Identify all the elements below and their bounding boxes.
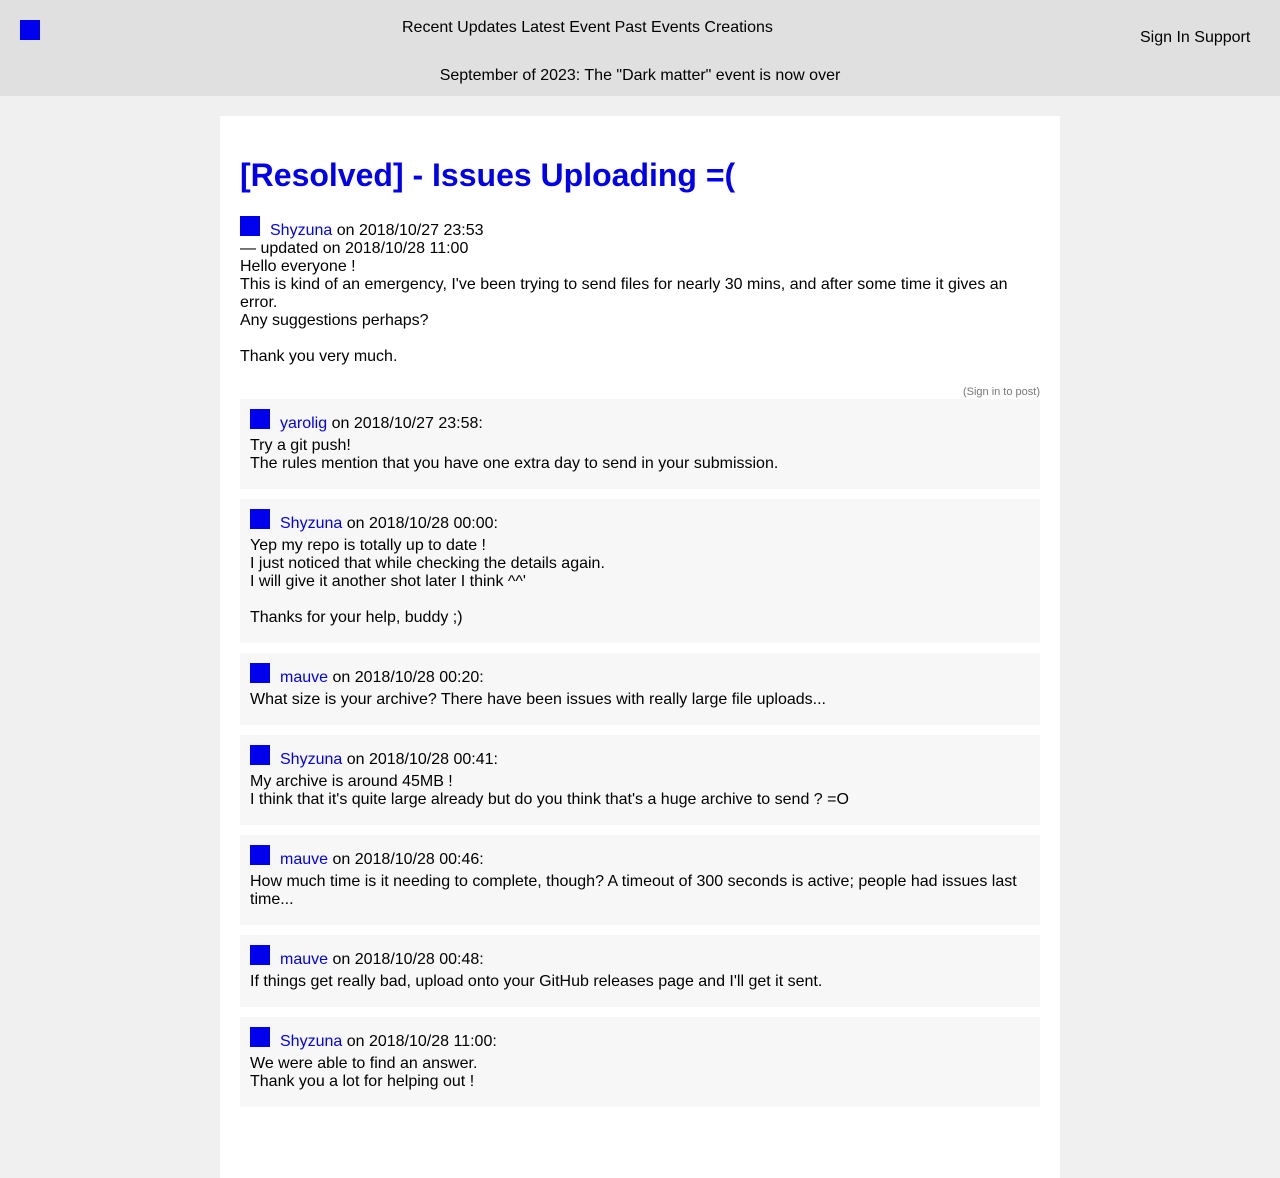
comment-date: on 2018/10/28 00:20: [332,669,484,686]
main-nav: Recent Updates Latest Event Past Events … [402,19,773,37]
comment-author-link[interactable]: mauve [280,951,328,968]
post-panel: [Resolved] - Issues Uploading =( Shyzuna… [220,116,1060,1178]
post-meta: Shyzuna on 2018/10/27 23:53 — updated on… [240,216,1040,258]
sign-in-link[interactable]: Sign In [1140,29,1190,46]
comment-author-link[interactable]: mauve [280,669,328,686]
comment-line: I think that it's quite large already bu… [250,791,849,808]
comment-body: How much time is it needing to complete,… [250,873,1030,909]
nav-recent-updates[interactable]: Recent Updates [402,19,517,36]
comment-author-link[interactable]: Shyzuna [280,1033,342,1050]
comment-date: on 2018/10/28 00:48: [332,951,484,968]
post-line: Thank you very much. [240,348,398,365]
commenter-avatar-icon [250,845,270,865]
comment-author-link[interactable]: Shyzuna [280,751,342,768]
comment-header: mauve on 2018/10/28 00:46: [250,845,1030,869]
commenter-avatar-icon [250,509,270,529]
comment-line: Try a git push! [250,437,351,454]
top-bar: Recent Updates Latest Event Past Events … [0,0,1280,96]
comment-line: I just noticed that while checking the d… [250,555,605,572]
comment-author-link[interactable]: mauve [280,851,328,868]
nav-latest-event[interactable]: Latest Event [521,19,610,36]
post-date: on 2018/10/27 23:53 [336,222,484,239]
comment-line: Thank you a lot for helping out ! [250,1073,475,1090]
post-line: This is kind of an emergency, I've been … [240,276,1008,311]
comment-line: If things get really bad, upload onto yo… [250,973,823,990]
comment-line: What size is your archive? There have be… [250,691,826,708]
comment-body: If things get really bad, upload onto yo… [250,973,1030,991]
post-line: Hello everyone ! [240,258,356,275]
comment-header: Shyzuna on 2018/10/28 11:00: [250,1027,1030,1051]
comment-date: on 2018/10/28 00:41: [346,751,498,768]
support-link[interactable]: Support [1194,29,1250,46]
comment-body: We were able to find an answer. Thank yo… [250,1055,1030,1091]
sign-in-to-post-hint: (Sign in to post) [962,386,1040,398]
comment-body: What size is your archive? There have be… [250,691,1030,709]
comment-line: Yep my repo is totally up to date ! [250,537,486,554]
comment-body: My archive is around 45MB ! I think that… [250,773,1030,809]
post-paragraph: Hello everyone ! This is kind of an emer… [240,258,1040,330]
comment-line: How much time is it needing to complete,… [250,873,1017,908]
auth-links: Sign In Support [1140,29,1250,47]
comment-line: The rules mention that you have one extr… [250,455,779,472]
comment-author-link[interactable]: yarolig [280,415,327,432]
comment-date: on 2018/10/28 00:00: [346,515,498,532]
commenter-avatar-icon [250,945,270,965]
post-title: [Resolved] - Issues Uploading =( [240,157,736,193]
post-paragraph: Thank you very much. [240,348,1040,366]
comment-line: I will give it another shot later I thin… [250,573,526,590]
commenter-avatar-icon [250,745,270,765]
comment: mauve on 2018/10/28 00:48: If things get… [240,935,1040,1007]
nav-creations[interactable]: Creations [704,19,772,36]
comment: Shyzuna on 2018/10/28 11:00: We were abl… [240,1017,1040,1107]
commenter-avatar-icon [250,409,270,429]
comment: yarolig on 2018/10/27 23:58: Try a git p… [240,399,1040,489]
comment-header: yarolig on 2018/10/27 23:58: [250,409,1030,433]
comment-header: Shyzuna on 2018/10/28 00:00: [250,509,1030,533]
post-author-link[interactable]: Shyzuna [270,222,332,239]
comment-line: We were able to find an answer. [250,1055,478,1072]
post-updated: — updated on 2018/10/28 11:00 [240,240,469,257]
comment-date: on 2018/10/27 23:58: [331,415,483,432]
comment-author-link[interactable]: Shyzuna [280,515,342,532]
announcement-banner: September of 2023: The "Dark matter" eve… [439,67,841,84]
comment: mauve on 2018/10/28 00:20: What size is … [240,653,1040,725]
comment-header: mauve on 2018/10/28 00:20: [250,663,1030,687]
commenter-avatar-icon [250,1027,270,1047]
comment-header: mauve on 2018/10/28 00:48: [250,945,1030,969]
comment-line: Thanks for your help, buddy ;) [250,609,463,626]
comment-body: Yep my repo is totally up to date ! I ju… [250,537,1030,627]
post-body: Hello everyone ! This is kind of an emer… [240,258,1040,366]
comment-paragraph: Thanks for your help, buddy ;) [250,609,1030,627]
comment-line: My archive is around 45MB ! [250,773,453,790]
comment-date: on 2018/10/28 11:00: [346,1033,497,1050]
comment-body: Try a git push! The rules mention that y… [250,437,1030,473]
nav-past-events[interactable]: Past Events [615,19,700,36]
comment-paragraph: Yep my repo is totally up to date ! I ju… [250,537,1030,591]
site-logo-icon[interactable] [20,20,40,40]
comment-date: on 2018/10/28 00:46: [332,851,484,868]
comment: Shyzuna on 2018/10/28 00:41: My archive … [240,735,1040,825]
comment: mauve on 2018/10/28 00:46: How much time… [240,835,1040,925]
author-avatar-icon [240,216,260,236]
commenter-avatar-icon [250,663,270,683]
comment: Shyzuna on 2018/10/28 00:00: Yep my repo… [240,499,1040,643]
post-line: Any suggestions perhaps? [240,312,429,329]
comment-header: Shyzuna on 2018/10/28 00:41: [250,745,1030,769]
